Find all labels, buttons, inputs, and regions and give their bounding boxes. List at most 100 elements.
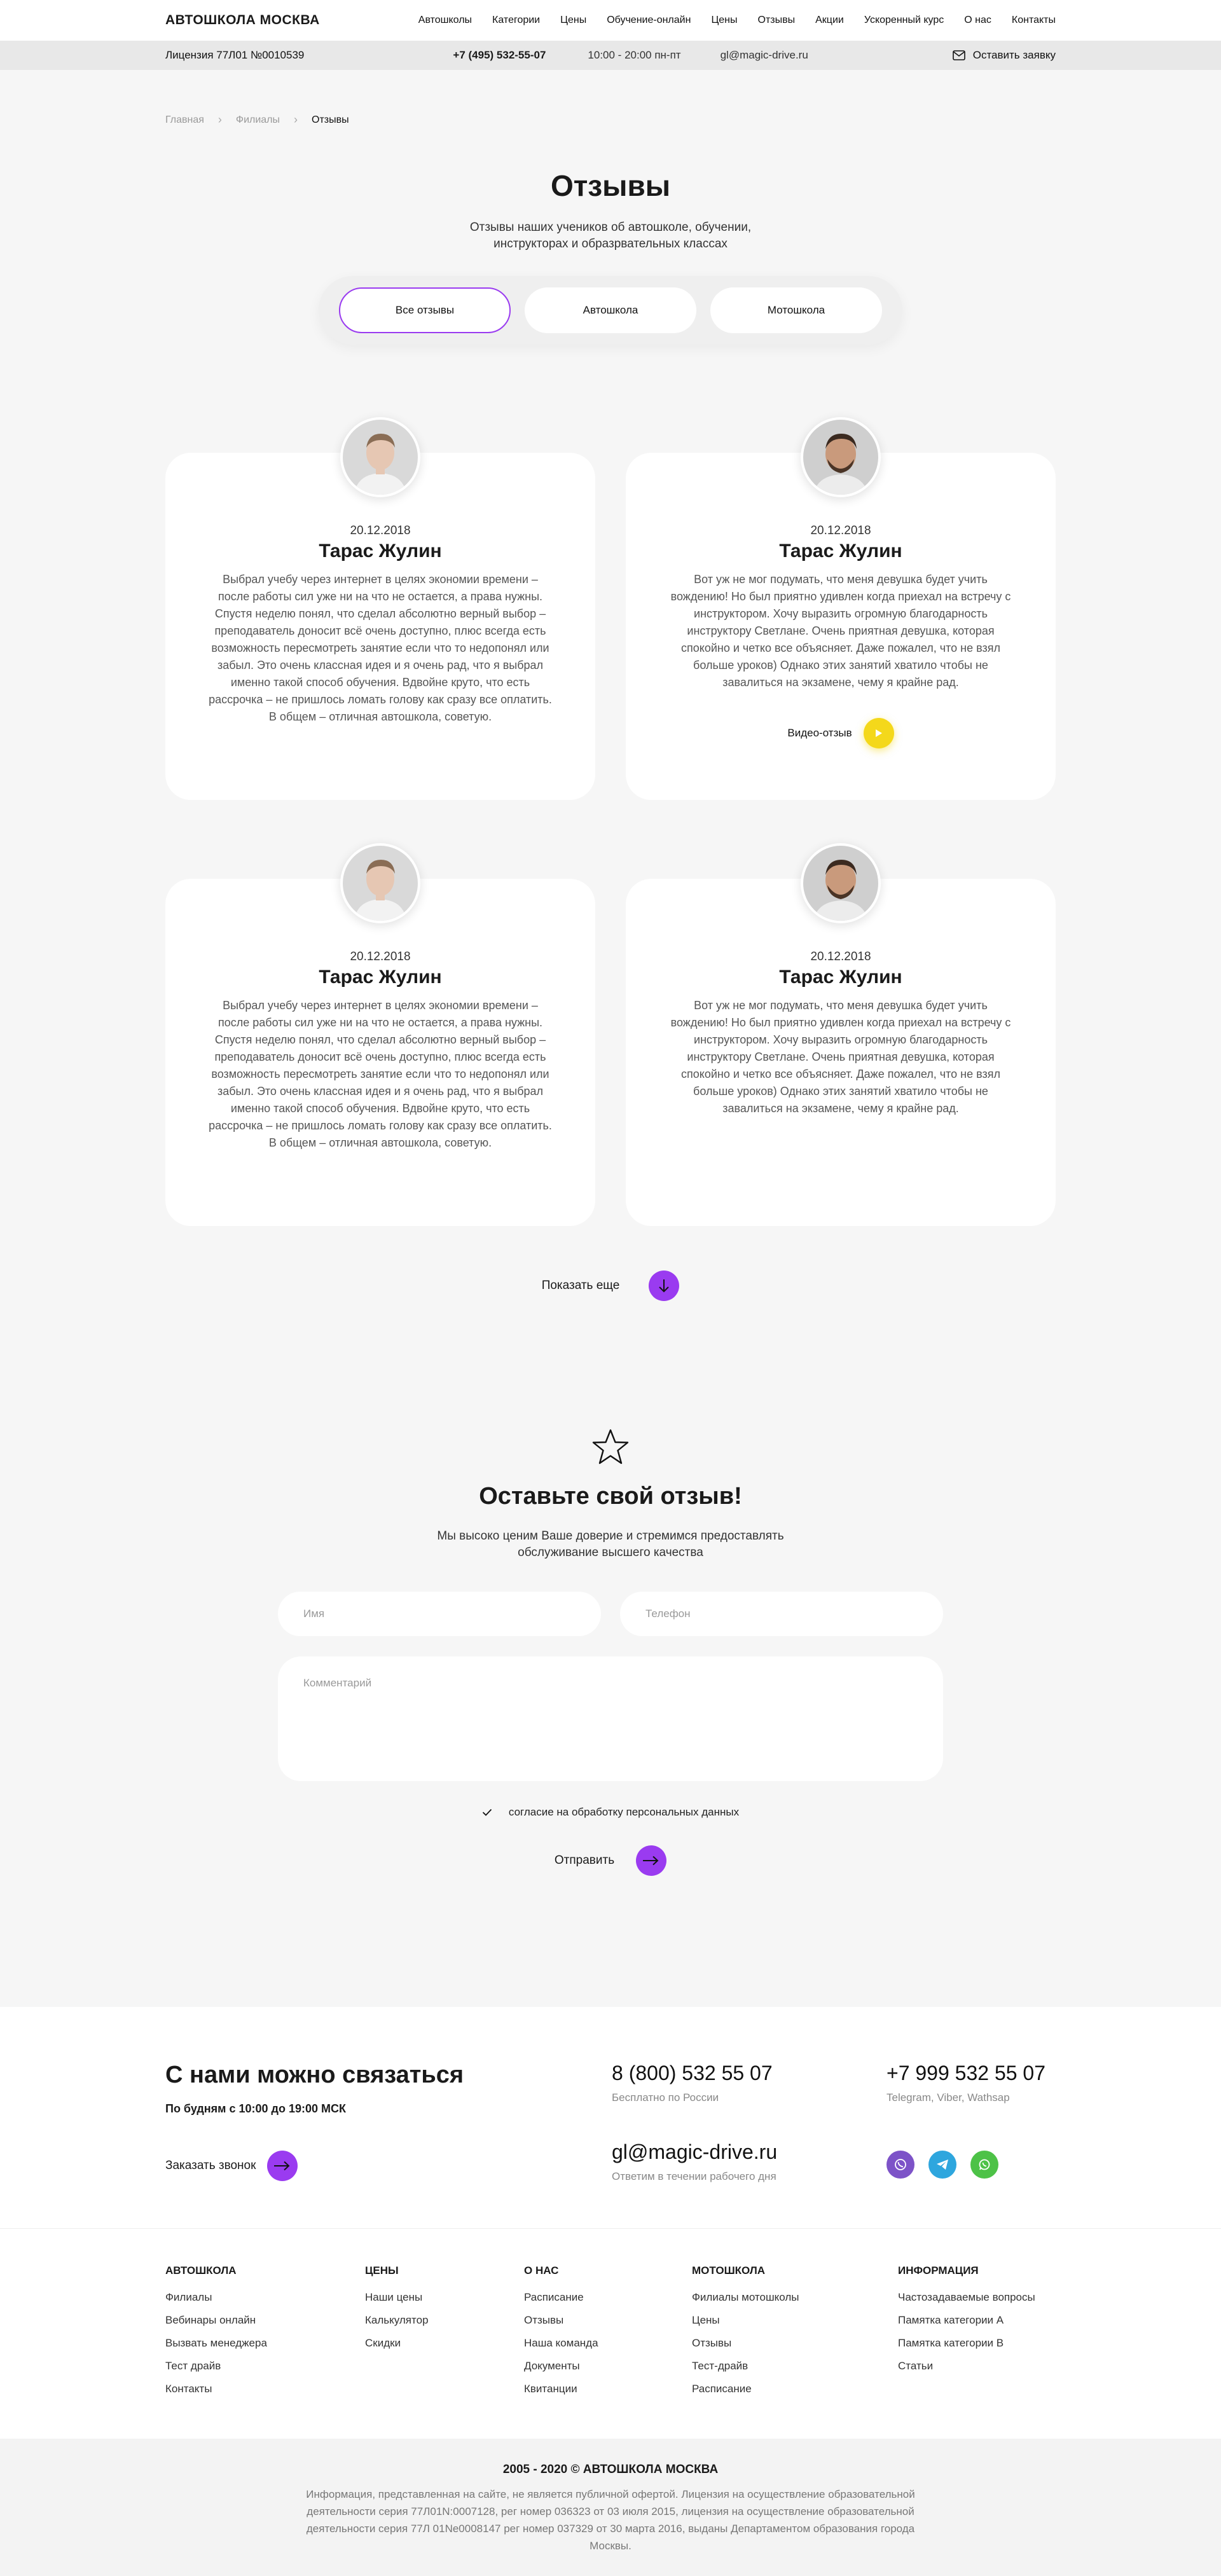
order-call-label: Заказать звонок — [165, 2158, 256, 2172]
show-more-label: Показать еще — [541, 1279, 620, 1293]
header-email[interactable]: gl@magic-drive.ru — [721, 49, 808, 62]
footer-link[interactable]: Вызвать менеджера — [165, 2332, 365, 2355]
feedback-form — [278, 1591, 943, 1784]
header-phone[interactable]: +7 (495) 532-55-07 — [453, 49, 546, 62]
comment-field[interactable] — [278, 1656, 943, 1781]
review-date: 20.12.2018 — [350, 950, 411, 964]
nav-item-prices[interactable]: Цены — [560, 15, 586, 26]
contact-email-address[interactable]: gl@magic-drive.ru — [612, 2140, 777, 2164]
mobile-phone[interactable]: +7 999 532 55 07 — [886, 2062, 1045, 2085]
free-phone[interactable]: 8 (800) 532 55 07 — [612, 2062, 773, 2085]
info-bar: Лицензия 77Л01 №0010539 +7 (495) 532-55-… — [0, 41, 1221, 70]
footer-link[interactable]: Филиалы мотошколы — [692, 2286, 898, 2309]
footer-link[interactable]: Отзывы — [524, 2309, 692, 2332]
review-card: 20.12.2018 Тарас Жулин Вот уж не мог под… — [626, 843, 1056, 1227]
footer-link[interactable]: Цены — [692, 2309, 898, 2332]
review-date: 20.12.2018 — [810, 524, 871, 538]
video-review-button[interactable]: Видео-отзыв — [787, 718, 894, 749]
chevron-right-icon: › — [217, 113, 222, 126]
tab-all-reviews[interactable]: Все отзывы — [339, 287, 511, 334]
footer-link[interactable]: Скидки — [365, 2332, 524, 2355]
footer-link[interactable]: Расписание — [692, 2378, 898, 2400]
order-call-button[interactable]: Заказать звонок — [165, 2150, 298, 2181]
nav-item-about[interactable]: О нас — [964, 15, 991, 26]
breadcrumb-current: Отзывы — [312, 114, 349, 125]
main-content: Главная › Филиалы › Отзывы Отзывы Отзывы… — [165, 70, 1056, 1876]
avatar — [801, 417, 881, 498]
footer-col-title: МОТОШКОЛА — [692, 2264, 766, 2276]
review-card: 20.12.2018 Тарас Жулин Вот уж не мог под… — [626, 417, 1056, 801]
avatar — [340, 417, 420, 498]
submit-button[interactable]: Отправить — [165, 1845, 1056, 1876]
chevron-right-icon: › — [294, 113, 298, 126]
nav-item-reviews[interactable]: Отзывы — [758, 15, 796, 26]
nav-item-schools[interactable]: Автошколы — [418, 15, 472, 26]
show-more-button[interactable]: Показать еще — [165, 1271, 1056, 1302]
review-filter-tabs: Все отзывы Автошкола Мотошкола — [319, 276, 902, 345]
footer-col-title: О НАС — [524, 2264, 559, 2276]
footer-col-info: ИНФОРМАЦИЯ Частозадаваемые вопросы Памят… — [898, 2264, 1035, 2400]
main-nav: Автошколы Категории Цены Обучение-онлайн… — [418, 15, 1056, 26]
nav-item-categories[interactable]: Категории — [492, 15, 540, 26]
name-field[interactable] — [278, 1591, 601, 1636]
breadcrumb-home[interactable]: Главная — [165, 114, 204, 126]
leave-request-button[interactable]: Оставить заявку — [952, 49, 1056, 62]
feedback-description: Мы высоко ценим Ваше доверие и стремимся… — [437, 1529, 784, 1559]
feedback-section: Оставьте свой отзыв! Мы высоко ценим Ваш… — [165, 1428, 1056, 1876]
license-text: Лицензия 77Л01 №0010539 — [165, 49, 305, 61]
consent-row: согласие на обработку персональных данны… — [165, 1806, 1056, 1819]
consent-checkbox[interactable] — [482, 1808, 492, 1816]
mail-icon — [952, 50, 965, 60]
feedback-title: Оставьте свой отзыв! — [479, 1483, 742, 1510]
footer-link[interactable]: Тест драйв — [165, 2355, 365, 2378]
footer-link[interactable]: Наши цены — [365, 2286, 524, 2309]
arrow-right-icon — [267, 2150, 298, 2181]
nav-item-fast-course[interactable]: Ускоренный курс — [864, 15, 944, 26]
footer-link[interactable]: Тест-драйв — [692, 2355, 898, 2378]
footer-link[interactable]: Квитанции — [524, 2378, 692, 2400]
footer-link[interactable]: Документы — [524, 2355, 692, 2378]
nav-item-promo[interactable]: Акции — [815, 15, 844, 26]
footer-link[interactable]: Вебинары онлайн — [165, 2309, 365, 2332]
phone-field[interactable] — [620, 1591, 943, 1636]
footer-link[interactable]: Контакты — [165, 2378, 365, 2400]
nav-item-prices-2[interactable]: Цены — [711, 15, 737, 26]
footer-link[interactable]: Филиалы — [165, 2286, 365, 2309]
top-header: АВТОШКОЛА МОСКВА Автошколы Категории Цен… — [0, 0, 1221, 41]
site-logo[interactable]: АВТОШКОЛА МОСКВА — [165, 13, 320, 28]
tab-moto-school[interactable]: Мотошкола — [710, 287, 882, 334]
contact-email-note: Ответим в течении рабочего дня — [612, 2170, 776, 2182]
nav-item-contacts[interactable]: Контакты — [1012, 15, 1056, 26]
avatar — [340, 843, 420, 924]
footer-link[interactable]: Расписание — [524, 2286, 692, 2309]
social-links — [886, 2150, 1012, 2179]
tab-driving-school[interactable]: Автошкола — [525, 287, 696, 334]
nav-item-online[interactable]: Обучение-онлайн — [607, 15, 691, 26]
contact-phone-mobile: +7 999 532 55 07 Telegram, Viber, Wathsa… — [886, 2062, 1045, 2104]
review-card: 20.12.2018 Тарас Жулин Выбрал учебу чере… — [165, 417, 595, 801]
review-author: Тарас Жулин — [319, 541, 442, 562]
mobile-phone-note: Telegram, Viber, Wathsap — [886, 2091, 1010, 2104]
footer-link[interactable]: Наша команда — [524, 2332, 692, 2355]
footer-link[interactable]: Частозадаваемые вопросы — [898, 2286, 1035, 2309]
footer-link[interactable]: Памятка категории В — [898, 2332, 1035, 2355]
viber-icon[interactable] — [886, 2150, 914, 2179]
breadcrumb: Главная › Филиалы › Отзывы — [165, 70, 1056, 127]
footer-link[interactable]: Памятка категории А — [898, 2309, 1035, 2332]
review-text: Выбрал учебу через интернет в целях экон… — [209, 573, 552, 724]
footer-link[interactable]: Калькулятор — [365, 2309, 524, 2332]
leave-request-label: Оставить заявку — [972, 49, 1056, 61]
free-phone-note: Бесплатно по России — [612, 2091, 719, 2104]
arrow-right-icon — [636, 1845, 667, 1876]
breadcrumb-branches[interactable]: Филиалы — [236, 114, 280, 126]
review-card: 20.12.2018 Тарас Жулин Выбрал учебу чере… — [165, 843, 595, 1227]
footer-link[interactable]: Статьи — [898, 2355, 1035, 2378]
review-date: 20.12.2018 — [350, 524, 411, 538]
telegram-icon[interactable] — [928, 2150, 956, 2179]
whatsapp-icon[interactable] — [970, 2150, 998, 2179]
review-text: Выбрал учебу через интернет в целях экон… — [209, 999, 552, 1150]
play-icon — [863, 718, 894, 749]
avatar — [801, 843, 881, 924]
footer-link[interactable]: Отзывы — [692, 2332, 898, 2355]
footer-col-prices: ЦЕНЫ Наши цены Калькулятор Скидки — [365, 2264, 524, 2400]
